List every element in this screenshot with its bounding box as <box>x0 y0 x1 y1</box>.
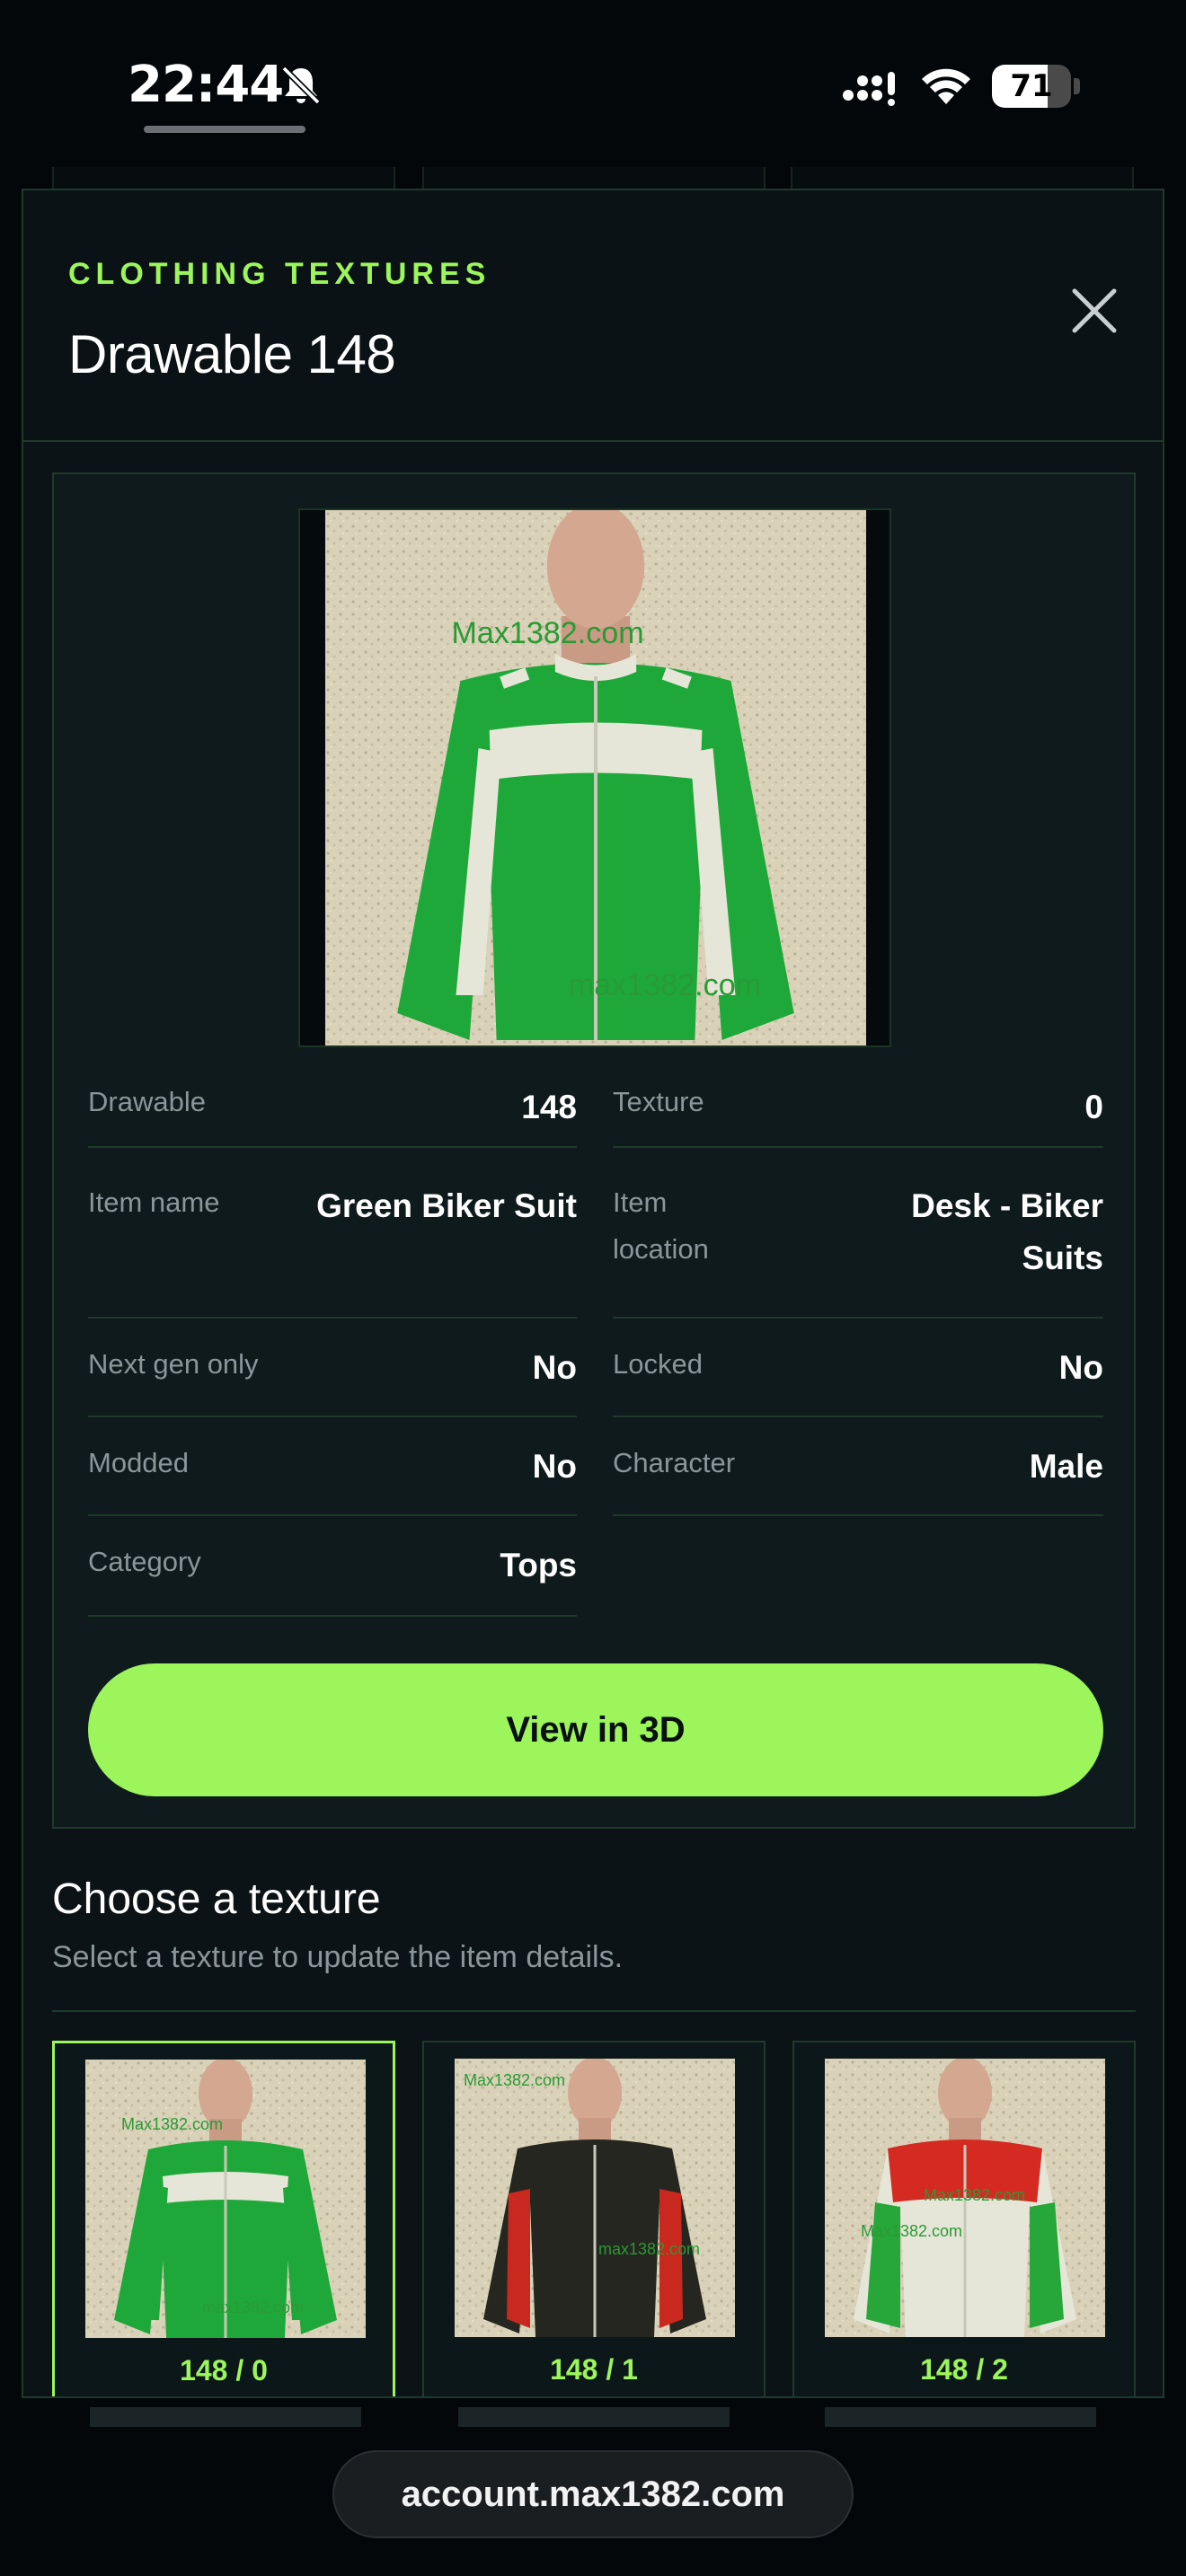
info-label: Character <box>613 1447 736 1478</box>
texture-row-peek <box>90 2407 361 2427</box>
clothing-texture-modal: CLOTHING TEXTURES Drawable 148 Max1382.c… <box>22 189 1164 2398</box>
texture-thumbnail: Max1382.com max1382.com <box>455 2059 735 2337</box>
modal-header: CLOTHING TEXTURES Drawable 148 <box>23 190 1163 442</box>
texture-thumbnail: Max1382.com max1382.com <box>85 2060 366 2338</box>
info-label: Texture <box>613 1086 704 1117</box>
svg-text:max1382.com: max1382.com <box>202 2298 304 2316</box>
info-label: Next gen only <box>88 1348 259 1380</box>
info-row-item-location: Item location Desk - Biker Suits <box>613 1180 1103 1319</box>
info-value: 148 <box>521 1089 577 1125</box>
svg-text:Max1382.com: Max1382.com <box>464 2071 565 2089</box>
info-label: Item name <box>88 1187 220 1218</box>
texture-row-peek <box>458 2407 730 2427</box>
info-value: No <box>532 1349 577 1386</box>
info-label: Locked <box>613 1348 703 1380</box>
texture-option-2[interactable]: Max1382.com Max1382.com 148 / 2 <box>792 2041 1136 2396</box>
svg-text:max1382.com: max1382.com <box>598 2240 700 2258</box>
info-label: Item <box>613 1187 668 1218</box>
info-row-character: Character Male <box>613 1441 1103 1516</box>
info-row-item-name: Item name Green Biker Suit <box>88 1180 577 1319</box>
svg-text:Max1382.com: Max1382.com <box>861 2222 962 2240</box>
info-value: No <box>1058 1349 1103 1386</box>
divider <box>52 2010 1136 2012</box>
close-icon[interactable] <box>1064 280 1125 341</box>
texture-option-1[interactable]: Max1382.com max1382.com 148 / 1 <box>422 2041 766 2396</box>
texture-option-label: 148 / 2 <box>920 2353 1008 2386</box>
item-details-panel: Max1382.com max1382.com Drawable 148 Tex… <box>52 472 1136 1829</box>
wifi-icon <box>922 68 970 104</box>
bell-slash-icon <box>281 66 321 105</box>
modal-title: Drawable 148 <box>68 324 396 384</box>
info-value: 0 <box>1084 1089 1103 1125</box>
info-label: Modded <box>88 1447 190 1478</box>
status-time: 22:44 <box>128 56 284 114</box>
info-row-drawable: Drawable 148 <box>88 1081 577 1148</box>
info-row-next-gen: Next gen only No <box>88 1342 577 1417</box>
texture-option-label: 148 / 0 <box>180 2354 268 2386</box>
view-in-3d-button[interactable]: View in 3D <box>88 1663 1103 1796</box>
choose-texture-title: Choose a texture <box>52 1875 381 1923</box>
watermark-text: Max1382.com <box>451 616 643 650</box>
item-preview: Max1382.com max1382.com <box>298 508 891 1047</box>
info-row-category: Category Tops <box>88 1539 577 1617</box>
choose-texture-subtitle: Select a texture to update the item deta… <box>52 1940 624 1974</box>
info-row-locked: Locked No <box>613 1342 1103 1417</box>
cellular-signal-icon <box>843 72 895 106</box>
texture-thumbnail: Max1382.com Max1382.com <box>825 2059 1105 2337</box>
texture-row-peek <box>825 2407 1096 2427</box>
info-value: Green Biker Suit <box>316 1187 577 1224</box>
info-label: Drawable <box>88 1086 206 1117</box>
watermark-text: max1382.com <box>569 968 761 1002</box>
browser-url-bar[interactable]: account.max1382.com <box>332 2450 854 2538</box>
info-label: location <box>613 1233 709 1265</box>
svg-text:Max1382.com: Max1382.com <box>121 2115 223 2133</box>
status-bar: 22:44 71 <box>0 0 1186 171</box>
info-label: Category <box>88 1546 201 1577</box>
info-row-modded: Modded No <box>88 1441 577 1516</box>
info-value: Desk - Biker <box>911 1187 1103 1224</box>
texture-option-0[interactable]: Max1382.com max1382.com 148 / 0 <box>52 2041 395 2396</box>
item-preview-image: Max1382.com max1382.com <box>325 510 866 1045</box>
battery-percentage: 71 <box>1010 68 1053 104</box>
dynamic-island-indicator <box>144 126 305 133</box>
info-value: Male <box>1029 1448 1103 1485</box>
info-value: Suits <box>1022 1239 1103 1276</box>
svg-text:Max1382.com: Max1382.com <box>924 2186 1025 2204</box>
texture-option-label: 148 / 1 <box>550 2353 638 2386</box>
battery-indicator: 71 <box>992 65 1080 108</box>
info-value: Tops <box>500 1547 577 1584</box>
modal-eyebrow: CLOTHING TEXTURES <box>68 257 491 291</box>
info-row-texture: Texture 0 <box>613 1081 1103 1148</box>
info-value: No <box>532 1448 577 1485</box>
